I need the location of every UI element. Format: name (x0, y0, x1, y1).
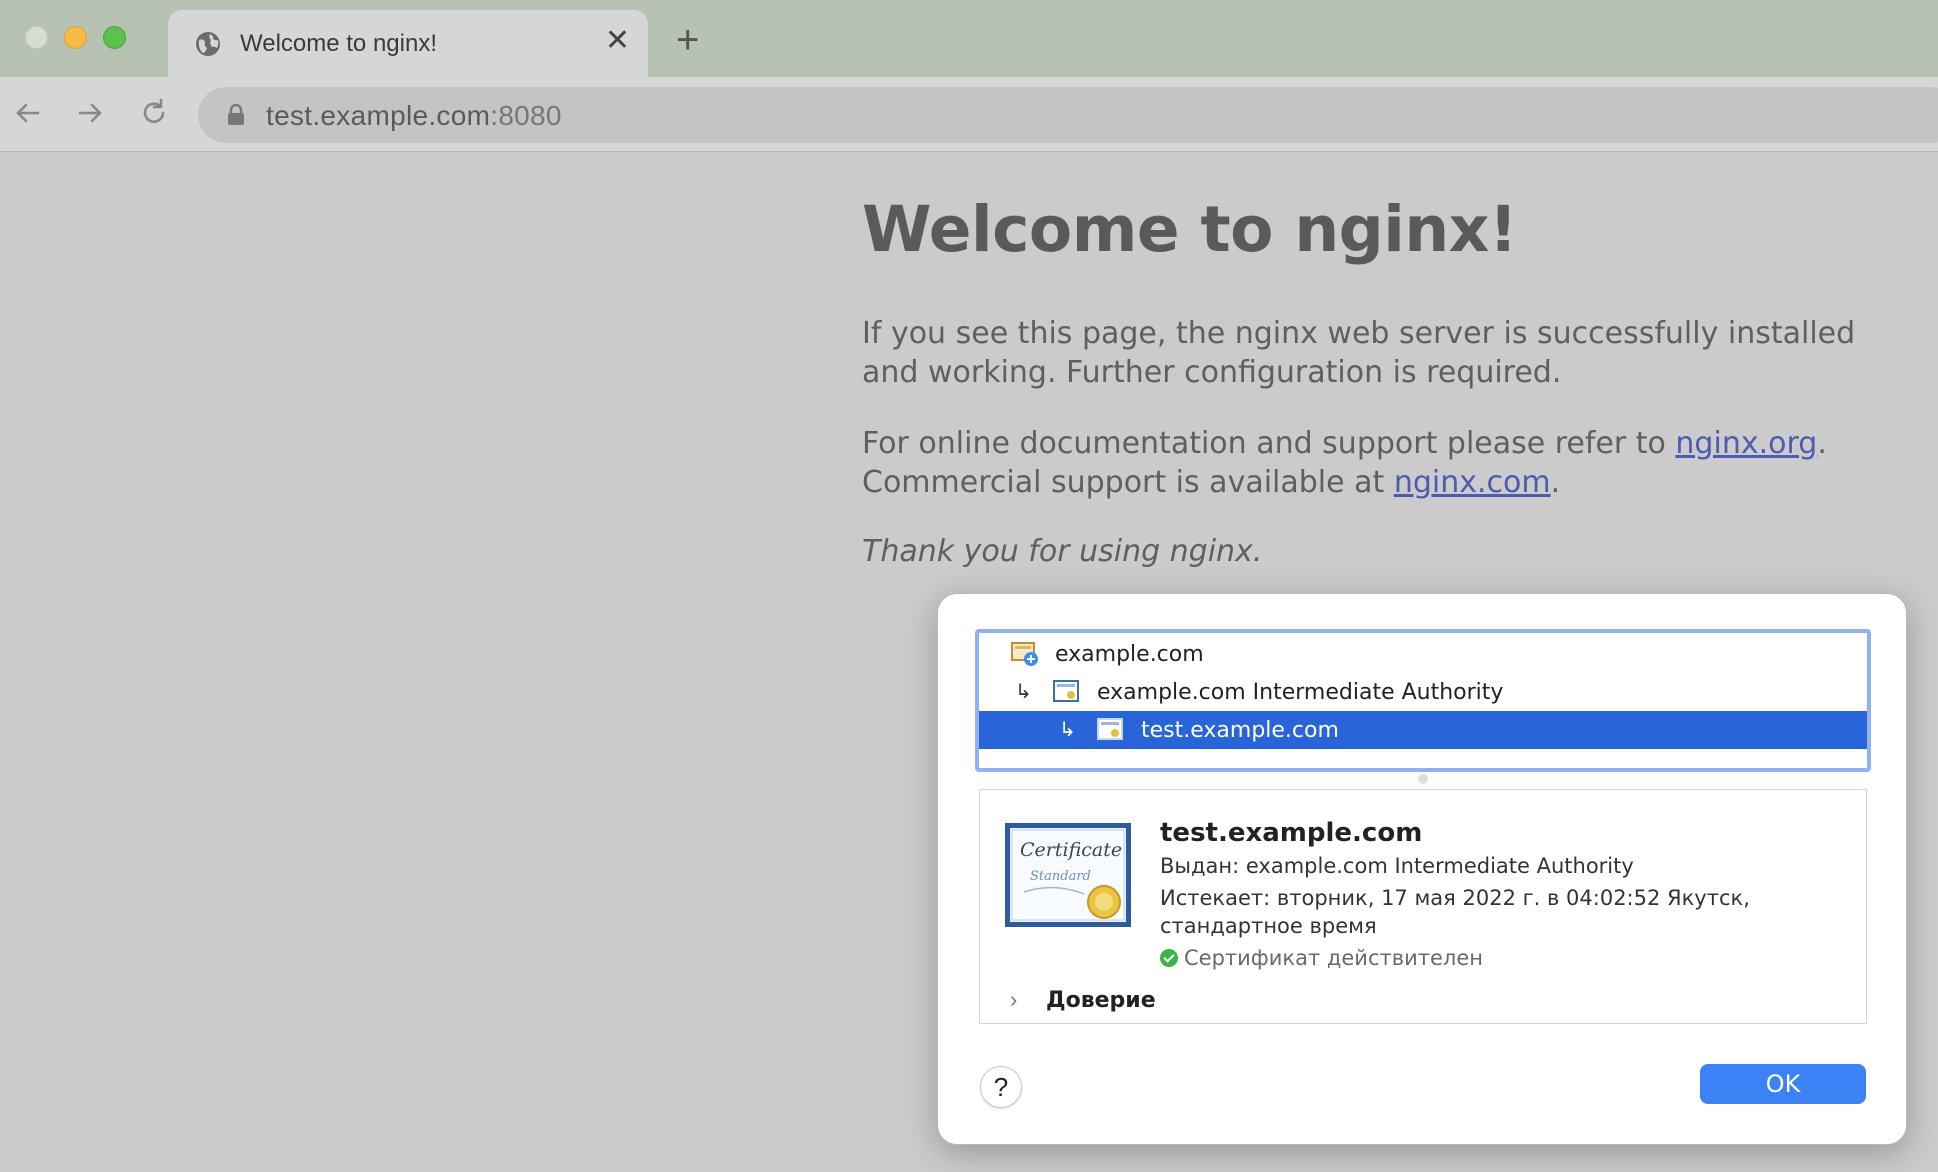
root-certificate-icon (1011, 642, 1038, 666)
nginx-com-link[interactable]: nginx.com (1394, 465, 1551, 500)
indent-arrow-icon: ↳ (1015, 679, 1032, 703)
reload-icon[interactable] (136, 95, 172, 131)
certificate-name: test.example.com (1160, 818, 1423, 848)
url-port: :8080 (490, 100, 562, 131)
chain-item-root[interactable]: example.com (979, 635, 1867, 673)
commercial-text: Commercial support is available at (862, 465, 1394, 500)
chain-item-intermediate[interactable]: ↳ example.com Intermediate Authority (979, 673, 1867, 711)
certificate-icon: Certificate Standard (1005, 823, 1131, 927)
issued-by: Выдан: example.com Intermediate Authorit… (1160, 854, 1634, 878)
globe-icon (196, 32, 220, 56)
address-bar[interactable]: test.example.com:8080 (198, 87, 1938, 143)
toolbar: test.example.com:8080 (0, 77, 1938, 152)
tab-nginx[interactable]: Welcome to nginx! ✕ (168, 10, 648, 77)
intermediate-certificate-icon (1053, 680, 1079, 702)
thanks-text: Thank you for using nginx. (862, 534, 1263, 569)
back-arrow-icon[interactable] (10, 95, 46, 131)
certificate-chain-tree[interactable]: example.com ↳ example.com Intermediate A… (975, 629, 1871, 772)
page-content: Welcome to nginx! If you see this page, … (862, 193, 1912, 569)
docs-text: For online documentation and support ple… (862, 426, 1676, 461)
validity-text: Сертификат действителен (1184, 946, 1483, 970)
forward-arrow-icon[interactable] (72, 95, 108, 131)
url-host: test.example.com (266, 100, 491, 131)
certificate-dialog: example.com ↳ example.com Intermediate A… (937, 593, 1907, 1145)
docs-paragraph: For online documentation and support ple… (862, 424, 1912, 502)
chevron-right-icon[interactable]: › (1010, 987, 1017, 1013)
splitter-handle[interactable] (1418, 774, 1428, 784)
svg-text:Standard: Standard (1030, 869, 1091, 884)
tab-close-icon[interactable]: ✕ (605, 26, 630, 56)
chain-label-intermediate: example.com Intermediate Authority (1097, 680, 1504, 705)
nginx-org-link[interactable]: nginx.org (1675, 426, 1817, 461)
page-heading: Welcome to nginx! (862, 193, 1518, 266)
lock-icon[interactable] (226, 104, 246, 126)
window-close-button[interactable] (25, 26, 48, 49)
valid-check-icon (1160, 949, 1178, 967)
trust-disclosure[interactable]: Доверие (1046, 988, 1156, 1013)
punct: . (1550, 465, 1561, 500)
help-button[interactable]: ? (980, 1066, 1022, 1108)
leaf-certificate-icon (1097, 718, 1123, 740)
chain-label-root: example.com (1055, 642, 1204, 667)
new-tab-button[interactable]: + (676, 20, 699, 60)
window-minimize-button[interactable] (64, 26, 87, 49)
validity-status: Сертификат действителен (1160, 944, 1483, 972)
intro-paragraph: If you see this page, the nginx web serv… (862, 316, 1856, 390)
tab-bar: Welcome to nginx! ✕ + (0, 0, 1938, 77)
certificate-details: Certificate Standard test.example.com Вы… (979, 789, 1867, 1024)
window-maximize-button[interactable] (103, 26, 126, 49)
punct: . (1817, 426, 1827, 461)
indent-arrow-icon: ↳ (1059, 717, 1076, 741)
chain-label-leaf: test.example.com (1141, 718, 1339, 743)
tab-title: Welcome to nginx! (240, 30, 437, 57)
expires-on: Истекает: вторник, 17 мая 2022 г. в 04:0… (1160, 886, 1750, 938)
svg-text:Certificate: Certificate (1020, 839, 1122, 861)
url-text: test.example.com:8080 (266, 100, 562, 132)
ok-button[interactable]: OK (1700, 1064, 1866, 1104)
chain-item-leaf-selected[interactable]: ↳ test.example.com (979, 711, 1867, 749)
